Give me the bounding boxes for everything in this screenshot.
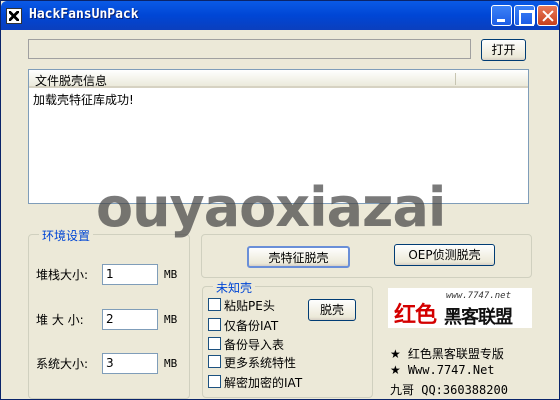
system-size-input[interactable]: 3	[102, 353, 158, 374]
window-title: HackFansUnPack	[29, 7, 139, 22]
edition-line: ★ 红色黑客联盟专版	[390, 345, 504, 362]
title-bar[interactable]: HackFansUnPack	[1, 1, 559, 30]
list-header: 文件脱壳信息	[29, 70, 528, 88]
red-hacker-union-logo: 红色 www.7747.net 黑客联盟	[388, 288, 532, 328]
close-button[interactable]	[537, 5, 558, 26]
oep-detect-unpack-button[interactable]: OEP侦测脱壳	[394, 244, 495, 266]
checkbox-label[interactable]: 粘贴PE头	[224, 297, 275, 314]
open-button[interactable]: 打开	[481, 39, 526, 61]
logo-black-text: 黑客联盟	[444, 307, 513, 328]
edition-text: 红色黑客联盟专版	[407, 347, 504, 361]
maximize-button[interactable]	[514, 5, 535, 26]
website-line: ★ Www.7747.Net	[390, 363, 495, 377]
main-window: HackFansUnPack 打开 文件脱壳信息 加载壳特征库成功! 环境设置 …	[0, 0, 560, 400]
stack-size-unit: MB	[164, 268, 178, 281]
heap-size-label: 堆 大 小:	[36, 313, 84, 327]
list-item[interactable]: 加载壳特征库成功!	[33, 91, 134, 108]
checkbox-label[interactable]: 仅备份IAT	[224, 317, 278, 334]
checkbox-label[interactable]: 备份导入表	[224, 336, 284, 353]
author-qq-line: 九哥 QQ:360388200	[390, 383, 508, 397]
logo-url-text: www.7747.net	[446, 291, 512, 301]
environment-settings-legend: 环境设置	[39, 227, 94, 244]
column-separator[interactable]	[455, 73, 456, 85]
unpack-info-list[interactable]: 文件脱壳信息 加载壳特征库成功!	[28, 69, 529, 204]
app-icon[interactable]	[6, 8, 22, 24]
unknown-packer-group: 未知壳 粘贴PE头 仅备份IAT 备份导入表 更多系统特性 解密加密的IAT 脱…	[202, 279, 373, 398]
website-text: Www.7747.Net	[407, 363, 495, 377]
unpack-actions-group: 壳特征脱壳 OEP侦测脱壳	[201, 234, 532, 278]
checkbox-label[interactable]: 更多系统特性	[224, 354, 296, 371]
star-icon: ★	[390, 347, 401, 361]
signature-unpack-button[interactable]: 壳特征脱壳	[247, 246, 350, 268]
star-icon: ★	[390, 363, 401, 377]
heap-size-unit: MB	[164, 313, 178, 326]
file-path-field[interactable]	[28, 39, 471, 59]
checkbox-box[interactable]	[208, 318, 221, 331]
checkbox-label[interactable]: 解密加密的IAT	[224, 374, 302, 391]
environment-settings-group: 环境设置 堆栈大小: 1 MB 堆 大 小: 2 MB 系统大小: 3 MB	[28, 227, 190, 399]
checkbox-box[interactable]	[208, 375, 221, 388]
unknown-unpack-button[interactable]: 脱壳	[308, 299, 356, 321]
minimize-button[interactable]	[491, 5, 512, 26]
logo-red-text: 红色	[394, 303, 437, 328]
heap-size-input[interactable]: 2	[102, 309, 158, 330]
stack-size-input[interactable]: 1	[102, 264, 158, 285]
checkbox-box[interactable]	[208, 337, 221, 350]
stack-size-label: 堆栈大小:	[36, 268, 89, 282]
column-header-file-info[interactable]: 文件脱壳信息	[35, 72, 107, 89]
checkbox-box[interactable]	[208, 298, 221, 311]
system-size-label: 系统大小:	[36, 357, 89, 371]
unknown-packer-legend: 未知壳	[213, 279, 256, 296]
checkbox-box[interactable]	[208, 355, 221, 368]
system-size-unit: MB	[164, 357, 178, 370]
